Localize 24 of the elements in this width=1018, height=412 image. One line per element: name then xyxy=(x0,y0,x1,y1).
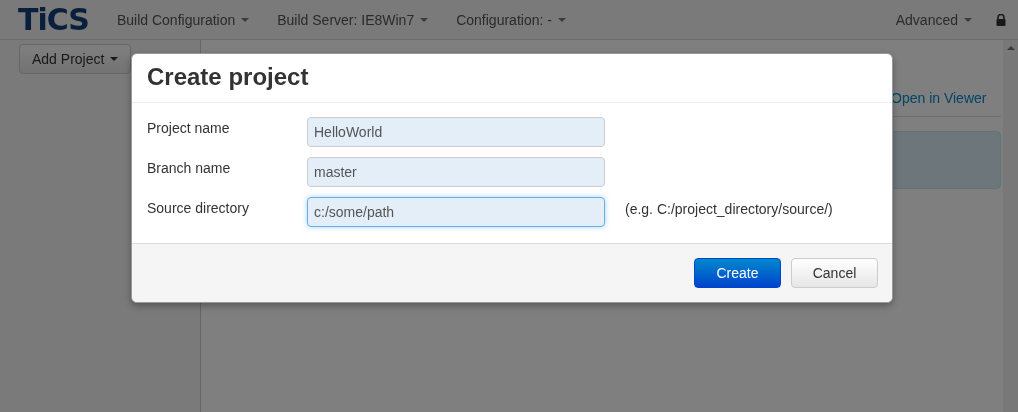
field-hint: (e.g. C:/project_directory/source/) xyxy=(625,200,833,217)
dialog-title: Create project xyxy=(147,62,310,92)
field-label: Project name xyxy=(147,119,231,136)
add-project-button[interactable]: Add Project xyxy=(19,44,132,74)
text-field[interactable]: c:/some/path xyxy=(307,197,605,227)
field-label: Branch name xyxy=(147,159,232,176)
caret-icon xyxy=(420,17,429,22)
scroll-up-icon[interactable] xyxy=(1006,46,1015,50)
caret-icon xyxy=(964,17,972,22)
nav-menu[interactable]: Build Configuration xyxy=(102,11,264,28)
text-field[interactable]: master xyxy=(307,157,605,187)
text-field[interactable]: HelloWorld xyxy=(307,117,605,147)
caret-icon xyxy=(241,17,250,22)
nav-menu[interactable]: Configuration: - xyxy=(442,11,580,28)
caret-icon xyxy=(557,17,566,22)
create-button[interactable]: Create xyxy=(694,258,781,288)
scrollbar[interactable] xyxy=(1003,40,1018,412)
lock-icon[interactable] xyxy=(996,13,1006,26)
field-label: Source directory xyxy=(147,199,250,216)
logo[interactable]: TiCS xyxy=(18,2,89,37)
nav-menu[interactable]: Build Server: IE8Win7 xyxy=(263,11,443,28)
cancel-button[interactable]: Cancel xyxy=(791,258,878,288)
nav-menu[interactable]: Advanced xyxy=(881,11,986,28)
caret-icon xyxy=(110,57,119,61)
